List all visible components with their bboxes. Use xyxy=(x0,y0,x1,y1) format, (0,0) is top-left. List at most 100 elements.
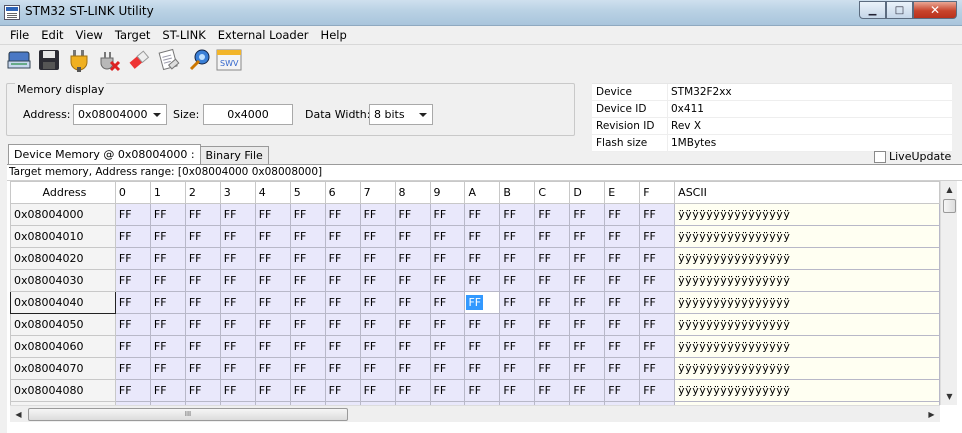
byte-cell[interactable]: FF xyxy=(604,357,641,380)
scroll-down-icon[interactable]: ▼ xyxy=(941,388,958,405)
byte-cell[interactable]: FF xyxy=(184,379,221,402)
selected-byte-cell[interactable]: FF xyxy=(464,291,501,314)
close-button[interactable]: ✕ xyxy=(913,1,957,19)
size-input[interactable]: 0x4000 xyxy=(203,104,293,125)
byte-cell[interactable]: FF xyxy=(639,357,676,380)
byte-cell[interactable]: FF xyxy=(114,379,151,402)
byte-cell[interactable]: FF xyxy=(429,247,466,270)
erase-sectors-icon[interactable] xyxy=(156,47,182,73)
menu-help[interactable]: Help xyxy=(315,26,353,45)
byte-cell[interactable]: FF xyxy=(289,225,326,248)
byte-cell[interactable]: FF xyxy=(324,225,361,248)
byte-cell[interactable]: FF xyxy=(534,379,571,402)
byte-cell[interactable]: FF xyxy=(499,313,536,336)
byte-cell[interactable]: FF xyxy=(394,203,431,226)
byte-cell[interactable]: FF xyxy=(359,247,396,270)
byte-cell[interactable]: FF xyxy=(534,291,571,314)
byte-cell[interactable]: FF xyxy=(114,291,151,314)
byte-cell[interactable]: FF xyxy=(639,313,676,336)
table-row[interactable]: 0x08004070 FF FF FF FF FF FF FF FF FF FF FF FF FF FF FF… xyxy=(10,357,940,380)
byte-cell[interactable]: FF xyxy=(639,335,676,358)
byte-cell[interactable]: FF xyxy=(324,203,361,226)
byte-cell[interactable]: FF xyxy=(429,313,466,336)
byte-cell[interactable]: FF xyxy=(184,335,221,358)
byte-cell[interactable]: FF xyxy=(219,247,256,270)
data-width-select[interactable]: 8 bits xyxy=(369,104,433,125)
byte-cell[interactable]: FF xyxy=(429,379,466,402)
byte-cell[interactable]: FF xyxy=(254,313,291,336)
vertical-scrollbar[interactable]: ▲ ▼ xyxy=(940,181,957,405)
plug-icon[interactable] xyxy=(66,47,92,73)
byte-cell[interactable]: FF xyxy=(534,313,571,336)
byte-cell[interactable]: FF xyxy=(149,335,186,358)
byte-cell[interactable]: FF xyxy=(289,269,326,292)
byte-cell[interactable]: FF xyxy=(149,225,186,248)
byte-cell[interactable]: FF xyxy=(394,335,431,358)
byte-cell[interactable]: FF xyxy=(499,269,536,292)
byte-cell[interactable]: FF xyxy=(429,291,466,314)
byte-cell[interactable]: FF xyxy=(184,313,221,336)
byte-cell[interactable]: FF xyxy=(499,291,536,314)
byte-cell[interactable]: FF xyxy=(394,269,431,292)
byte-cell[interactable]: FF xyxy=(639,247,676,270)
byte-cell[interactable]: FF xyxy=(464,313,501,336)
byte-cell[interactable]: FF xyxy=(254,247,291,270)
byte-cell[interactable]: FF xyxy=(604,247,641,270)
swv-icon[interactable]: SWV xyxy=(216,47,242,73)
byte-cell[interactable]: FF xyxy=(569,313,606,336)
table-row[interactable]: 0x08004080 FF FF FF FF FF FF FF FF FF FF FF FF FF FF FF… xyxy=(10,379,940,402)
byte-cell[interactable]: FF xyxy=(359,379,396,402)
byte-cell[interactable]: FF xyxy=(569,247,606,270)
scroll-right-icon[interactable]: ▶ xyxy=(923,406,940,423)
byte-cell[interactable]: FF xyxy=(359,313,396,336)
byte-cell[interactable]: FF xyxy=(429,335,466,358)
byte-cell[interactable]: FF xyxy=(289,357,326,380)
byte-cell[interactable]: FF xyxy=(289,291,326,314)
byte-cell[interactable]: FF xyxy=(254,225,291,248)
eraser-icon[interactable] xyxy=(126,47,152,73)
table-row[interactable]: 0x08004020 FF FF FF FF FF FF FF FF FF FF FF FF FF FF FF… xyxy=(10,247,940,270)
byte-cell[interactable]: FF xyxy=(219,357,256,380)
byte-cell[interactable]: FF xyxy=(324,291,361,314)
tab-device-memory[interactable]: Device Memory @ 0x08004000 : xyxy=(8,144,201,165)
disconnect-icon[interactable] xyxy=(96,47,122,73)
byte-cell[interactable]: FF xyxy=(464,225,501,248)
byte-cell[interactable]: FF xyxy=(569,225,606,248)
menu-target[interactable]: Target xyxy=(109,26,157,45)
table-row[interactable]: 0x08004030 FF FF FF FF FF FF FF FF FF FF FF FF FF FF FF… xyxy=(10,269,940,292)
byte-cell[interactable]: FF xyxy=(464,203,501,226)
byte-cell[interactable]: FF xyxy=(499,357,536,380)
byte-cell[interactable]: FF xyxy=(184,247,221,270)
byte-cell[interactable]: FF xyxy=(359,269,396,292)
byte-cell[interactable]: FF xyxy=(149,357,186,380)
byte-cell[interactable]: FF xyxy=(394,225,431,248)
byte-cell[interactable]: FF xyxy=(534,269,571,292)
live-update-toggle[interactable]: LiveUpdate xyxy=(874,150,951,163)
address-select[interactable]: 0x08004000 xyxy=(73,104,167,125)
horizontal-scrollbar[interactable]: ◀ III ▶ xyxy=(10,405,940,422)
byte-cell[interactable]: FF xyxy=(184,269,221,292)
byte-cell[interactable]: FF xyxy=(359,335,396,358)
tab-binary-file[interactable]: Binary File xyxy=(199,146,269,165)
byte-cell[interactable]: FF xyxy=(184,203,221,226)
byte-cell[interactable]: FF xyxy=(639,203,676,226)
byte-cell[interactable]: FF xyxy=(394,379,431,402)
byte-cell[interactable]: FF xyxy=(184,357,221,380)
menu-view[interactable]: View xyxy=(70,26,109,45)
hscroll-thumb[interactable]: III xyxy=(28,408,348,421)
byte-cell[interactable]: FF xyxy=(534,247,571,270)
table-row[interactable]: 0x08004010 FF FF FF FF FF FF FF FF FF FF FF FF FF FF FF… xyxy=(10,225,940,248)
byte-cell[interactable]: FF xyxy=(499,247,536,270)
byte-cell[interactable]: FF xyxy=(219,269,256,292)
byte-cell[interactable]: FF xyxy=(149,203,186,226)
maximize-button[interactable]: □ xyxy=(886,1,913,19)
byte-cell[interactable]: FF xyxy=(464,247,501,270)
byte-cell[interactable]: FF xyxy=(429,269,466,292)
minimize-button[interactable]: ▁ xyxy=(859,1,886,19)
byte-cell[interactable]: FF xyxy=(604,269,641,292)
byte-cell[interactable]: FF xyxy=(219,225,256,248)
byte-cell[interactable]: FF xyxy=(324,247,361,270)
byte-cell[interactable]: FF xyxy=(219,313,256,336)
byte-cell[interactable]: FF xyxy=(219,291,256,314)
byte-cell[interactable]: FF xyxy=(394,247,431,270)
